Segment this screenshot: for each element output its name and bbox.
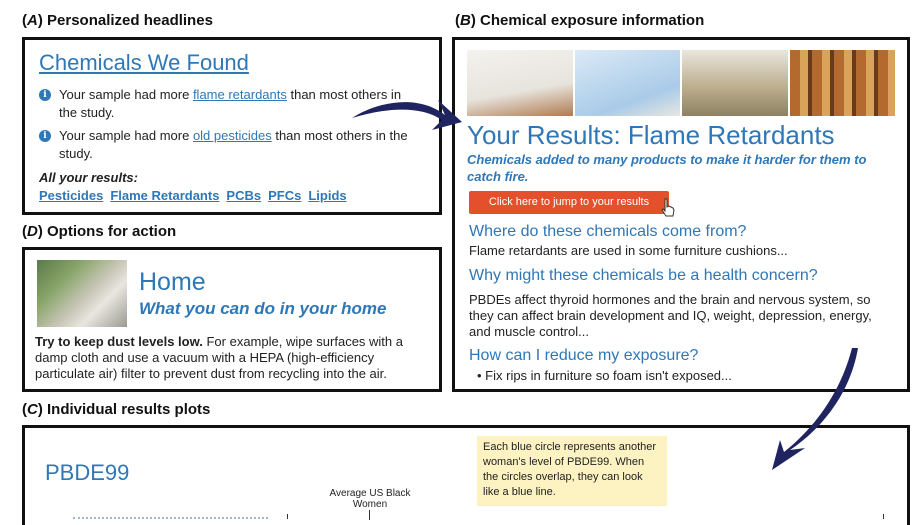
- panel-c-heading: (C) Individual results plots: [22, 401, 211, 418]
- jump-to-results-button[interactable]: Click here to jump to your results: [469, 191, 669, 214]
- flame-retardants-link[interactable]: flame retardants: [193, 87, 287, 102]
- product-image-strip: [467, 50, 895, 116]
- sofa-image: [682, 50, 788, 116]
- results-title: Your Results: Flame Retardants: [467, 120, 835, 150]
- curtain-image: [789, 50, 895, 116]
- mattress-image: [467, 50, 573, 116]
- panel-a-headlines: Chemicals We Found i Your sample had mor…: [22, 37, 442, 215]
- plot-tooltip: Each blue circle represents another woma…: [477, 436, 667, 506]
- average-marker: [369, 510, 370, 520]
- panel-a-heading: (A) Personalized headlines: [22, 12, 213, 29]
- info-icon: i: [39, 130, 51, 142]
- question-source[interactable]: Where do these chemicals come from?: [469, 223, 746, 241]
- old-pesticides-link[interactable]: old pesticides: [193, 128, 272, 143]
- answer-source: Flame retardants are used in some furnit…: [469, 243, 788, 258]
- home-title: Home: [139, 268, 206, 296]
- home-photo: [37, 260, 127, 327]
- average-label: Average US Black Women: [329, 488, 411, 510]
- panel-d-heading: (D) Options for action: [22, 223, 177, 240]
- home-advice-text: Try to keep dust levels low. For example…: [35, 334, 403, 381]
- panel-b-exposure-info: Your Results: Flame Retardants Chemicals…: [452, 37, 910, 392]
- result-link-flame-retardants[interactable]: Flame Retardants: [110, 188, 219, 203]
- result-link-pcbs[interactable]: PCBs: [226, 188, 261, 203]
- results-links: Pesticides Flame Retardants PCBs PFCs Lipids: [39, 188, 354, 203]
- foam-image: [574, 50, 680, 116]
- panel-d-action-options: Home What you can do in your home Try to…: [22, 247, 442, 392]
- answer-reduce-exposure: • Fix rips in furniture so foam isn't ex…: [477, 368, 732, 383]
- hand-cursor-icon: [661, 198, 675, 217]
- result-link-lipids[interactable]: Lipids: [308, 188, 346, 203]
- plot-title: PBDE99: [45, 460, 130, 485]
- headline-old-pesticides: i Your sample had more old pesticides th…: [39, 127, 409, 163]
- panel-b-heading: (B) Chemical exposure information: [455, 12, 705, 29]
- results-subtitle: Chemicals added to many products to make…: [467, 152, 867, 184]
- panel-c-results-plot: PBDE99 Each blue circle represents anoth…: [22, 425, 910, 525]
- result-link-pfcs[interactable]: PFCs: [268, 188, 301, 203]
- question-reduce-exposure[interactable]: How can I reduce my exposure?: [469, 347, 698, 365]
- answer-health-concern: PBDEs affect thyroid hormones and the br…: [469, 292, 872, 339]
- home-subtitle: What you can do in your home: [139, 299, 387, 318]
- all-results-label: All your results:: [39, 170, 138, 185]
- data-circles-line: [73, 517, 268, 519]
- headline-flame-retardants: i Your sample had more flame retardants …: [39, 86, 409, 122]
- info-icon: i: [39, 89, 51, 101]
- question-health-concern[interactable]: Why might these chemicals be a health co…: [469, 267, 818, 285]
- chemicals-found-link[interactable]: Chemicals We Found: [39, 50, 249, 76]
- result-link-pesticides[interactable]: Pesticides: [39, 188, 103, 203]
